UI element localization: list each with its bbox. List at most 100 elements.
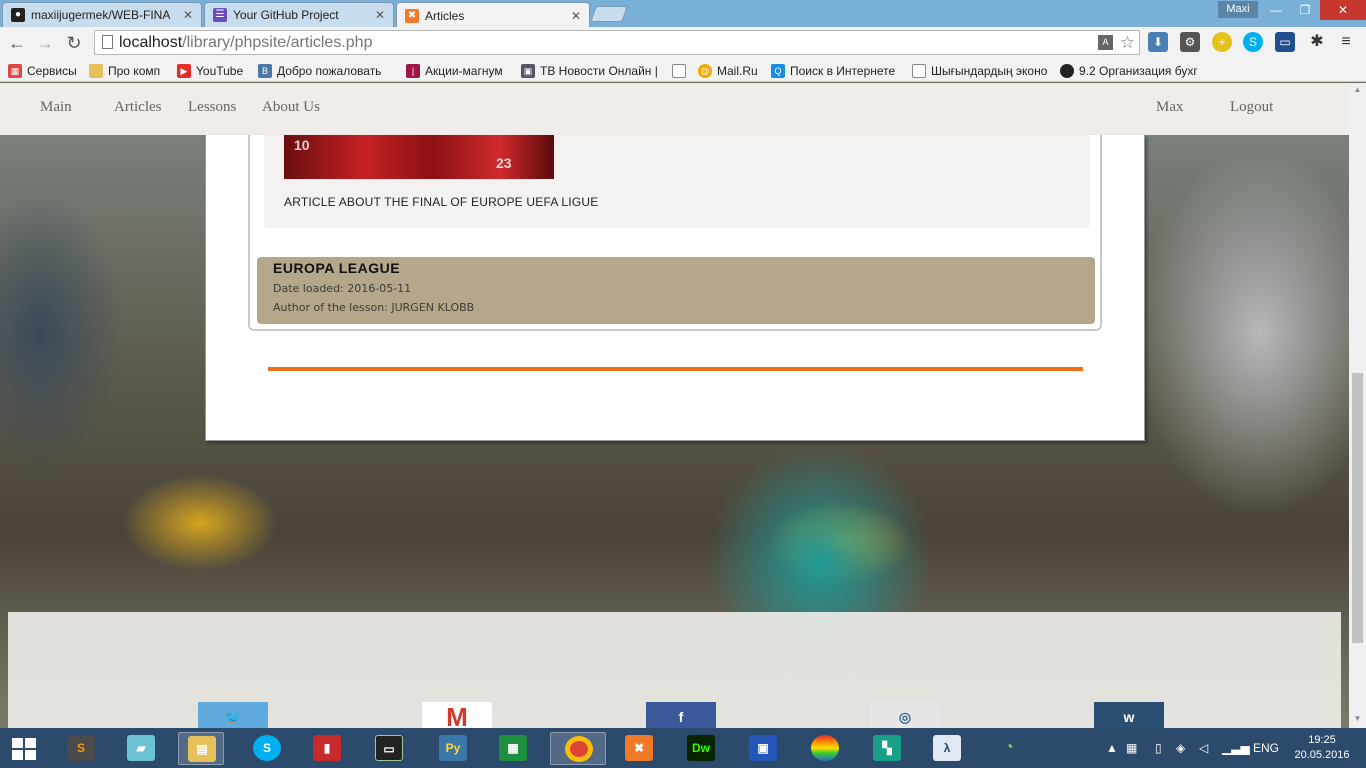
- scroll-up-icon[interactable]: ▲: [1352, 85, 1363, 95]
- minimize-button[interactable]: —: [1262, 0, 1290, 20]
- close-tab-icon[interactable]: ✕: [375, 8, 385, 22]
- bookmark-youtube[interactable]: ▶ YouTube: [177, 62, 243, 79]
- chrome-icon: [565, 736, 593, 762]
- notes-icon: ▰: [127, 735, 155, 761]
- bookmark-services[interactable]: ▦ Сервисы: [8, 62, 77, 79]
- facebook-icon[interactable]: f: [646, 702, 716, 728]
- bookmark-mailru[interactable]: @ Mail.Ru: [698, 62, 758, 79]
- scroll-down-icon[interactable]: ▼: [1352, 714, 1363, 724]
- nav-main[interactable]: Main: [40, 99, 72, 116]
- bookmark-label: Акции-магнум: [425, 63, 503, 78]
- profile-button[interactable]: Maxi: [1218, 1, 1258, 18]
- tab-github[interactable]: ● maxiijugermek/WEB-FINA ✕: [2, 2, 202, 27]
- footer: 🐦 M f ◎ w: [8, 612, 1341, 728]
- bookmark-accounting[interactable]: 9.2 Организация бухг: [1060, 62, 1198, 79]
- back-icon[interactable]: ←: [7, 33, 27, 53]
- instagram-icon[interactable]: ◎: [870, 702, 940, 728]
- taskbar-skype[interactable]: S: [244, 732, 290, 765]
- bookmark-search[interactable]: Q Поиск в Интернете: [771, 62, 895, 79]
- vk-icon: B: [258, 63, 272, 78]
- tray-language[interactable]: ENG: [1253, 741, 1279, 755]
- bookmark-pro-komp[interactable]: Про комп: [89, 62, 160, 79]
- xampp-icon: ✖: [625, 735, 653, 761]
- bookmark-magnum[interactable]: | Акции-магнум: [406, 62, 503, 79]
- menu-icon[interactable]: ≡: [1336, 32, 1356, 52]
- close-tab-icon[interactable]: ✕: [571, 9, 581, 23]
- nav-logout[interactable]: Logout: [1230, 99, 1273, 116]
- tab-title: Your GitHub Project: [233, 8, 339, 22]
- taskbar-book[interactable]: ▮: [304, 732, 350, 765]
- tray-windows-icon[interactable]: ▦: [1126, 741, 1137, 755]
- nav-lessons[interactable]: Lessons: [188, 99, 236, 116]
- extension-icon[interactable]: ⚙: [1180, 32, 1200, 52]
- tray-volume-icon[interactable]: ◁: [1199, 741, 1208, 755]
- taskbar-chrome[interactable]: [550, 732, 606, 765]
- bookmark-label: Добро пожаловать: [277, 63, 382, 78]
- taskbar-dreamweaver[interactable]: Dw: [678, 732, 724, 765]
- article-card[interactable]: EUROPA LEAGUE Date loaded: 2016-05-11 Au…: [257, 257, 1095, 324]
- translate-icon[interactable]: A: [1098, 35, 1113, 50]
- bookmark-econ[interactable]: Шығындардың эконо: [912, 62, 1047, 79]
- taskbar-pattern[interactable]: ▚: [864, 732, 910, 765]
- tray-battery-icon[interactable]: ▯: [1155, 741, 1162, 755]
- new-tab-button[interactable]: [590, 6, 628, 22]
- nav-articles[interactable]: Articles: [114, 99, 161, 116]
- taskbar-xampp[interactable]: ✖: [616, 732, 662, 765]
- cast-icon[interactable]: ▭: [1275, 32, 1295, 52]
- dreamweaver-icon: Dw: [687, 735, 715, 761]
- extension-coin-icon[interactable]: +: [1212, 32, 1232, 52]
- page-scrollbar[interactable]: ▲ ▼: [1349, 83, 1366, 728]
- python-icon: Py: [439, 735, 467, 761]
- windows-taskbar: S ▰ ▤ S ▮ ▭ Py ▦ ✖ Dw ▣ ▚ λ ◔ ▲ ▦ ▯ ◈ ◁ …: [0, 728, 1366, 768]
- terminal-icon: ▭: [375, 735, 403, 761]
- url-host: localhost: [119, 34, 183, 51]
- reload-icon[interactable]: ↻: [64, 33, 84, 53]
- bookmark-page[interactable]: [672, 62, 691, 79]
- tray-clock[interactable]: 19:25 20.05.2016: [1292, 733, 1352, 763]
- settings-icon[interactable]: ✱: [1307, 32, 1327, 52]
- apps-grid-icon: ▦: [8, 63, 22, 78]
- taskbar-calculator[interactable]: ▦: [490, 732, 536, 765]
- gmail-icon[interactable]: M: [422, 702, 492, 728]
- bookmarks-bar: ▦ Сервисы Про комп ▶ YouTube B Добро пожало…: [0, 59, 1366, 82]
- address-bar[interactable]: localhost/library/phpsite/articles.php A…: [94, 30, 1140, 55]
- nav-user[interactable]: Max: [1156, 99, 1184, 116]
- close-tab-icon[interactable]: ✕: [183, 8, 193, 22]
- close-window-button[interactable]: ✕: [1320, 0, 1366, 20]
- download-extension-icon[interactable]: ⬇: [1148, 32, 1168, 52]
- taskbar-explorer[interactable]: ▤: [178, 732, 224, 765]
- tray-nvidia-icon[interactable]: ◈: [1176, 741, 1185, 755]
- skype-extension-icon[interactable]: S: [1243, 32, 1263, 52]
- taskbar-notes[interactable]: ▰: [118, 732, 164, 765]
- tray-expand-icon[interactable]: ▲: [1106, 741, 1118, 755]
- taskbar-android-studio[interactable]: ◔: [986, 732, 1032, 765]
- restore-button[interactable]: ❐: [1292, 0, 1318, 20]
- tab-articles[interactable]: ✖ Articles ✕: [396, 2, 590, 28]
- taskbar-terminal[interactable]: ▭: [366, 732, 412, 765]
- bookmark-star-icon[interactable]: ☆: [1120, 31, 1135, 54]
- card-title: EUROPA LEAGUE: [273, 260, 401, 276]
- bookmark-tv-news[interactable]: ▣ ТВ Новости Онлайн |: [521, 62, 658, 79]
- scroll-thumb[interactable]: [1352, 373, 1363, 643]
- folder-icon: [89, 63, 103, 78]
- windows-start-button[interactable]: [12, 738, 38, 760]
- page-icon: [672, 63, 686, 78]
- bookmark-label: Шығындардың эконо: [931, 63, 1048, 78]
- taskbar-rainbow[interactable]: [802, 732, 848, 765]
- forward-icon[interactable]: →: [35, 33, 55, 53]
- bookmark-vk[interactable]: B Добро пожаловать: [258, 62, 381, 79]
- page-icon: [912, 63, 926, 78]
- tab-strip: ● maxiijugermek/WEB-FINA ✕ ☰ Your GitHub…: [0, 0, 1366, 28]
- taskbar-disk[interactable]: ▣: [740, 732, 786, 765]
- vk-icon[interactable]: w: [1094, 702, 1164, 728]
- nav-about[interactable]: About Us: [262, 99, 320, 116]
- twitter-icon[interactable]: 🐦: [198, 702, 268, 728]
- bookmark-label: Сервисы: [27, 63, 77, 78]
- taskbar-python[interactable]: Py: [430, 732, 476, 765]
- tray-network-icon[interactable]: ▁▃▅: [1222, 741, 1250, 755]
- book-icon: ▮: [313, 735, 341, 761]
- tab-github-project[interactable]: ☰ Your GitHub Project ✕: [204, 2, 394, 27]
- taskbar-translator[interactable]: λ: [924, 732, 970, 765]
- calculator-icon: ▦: [499, 735, 527, 761]
- taskbar-sublime[interactable]: S: [58, 732, 104, 765]
